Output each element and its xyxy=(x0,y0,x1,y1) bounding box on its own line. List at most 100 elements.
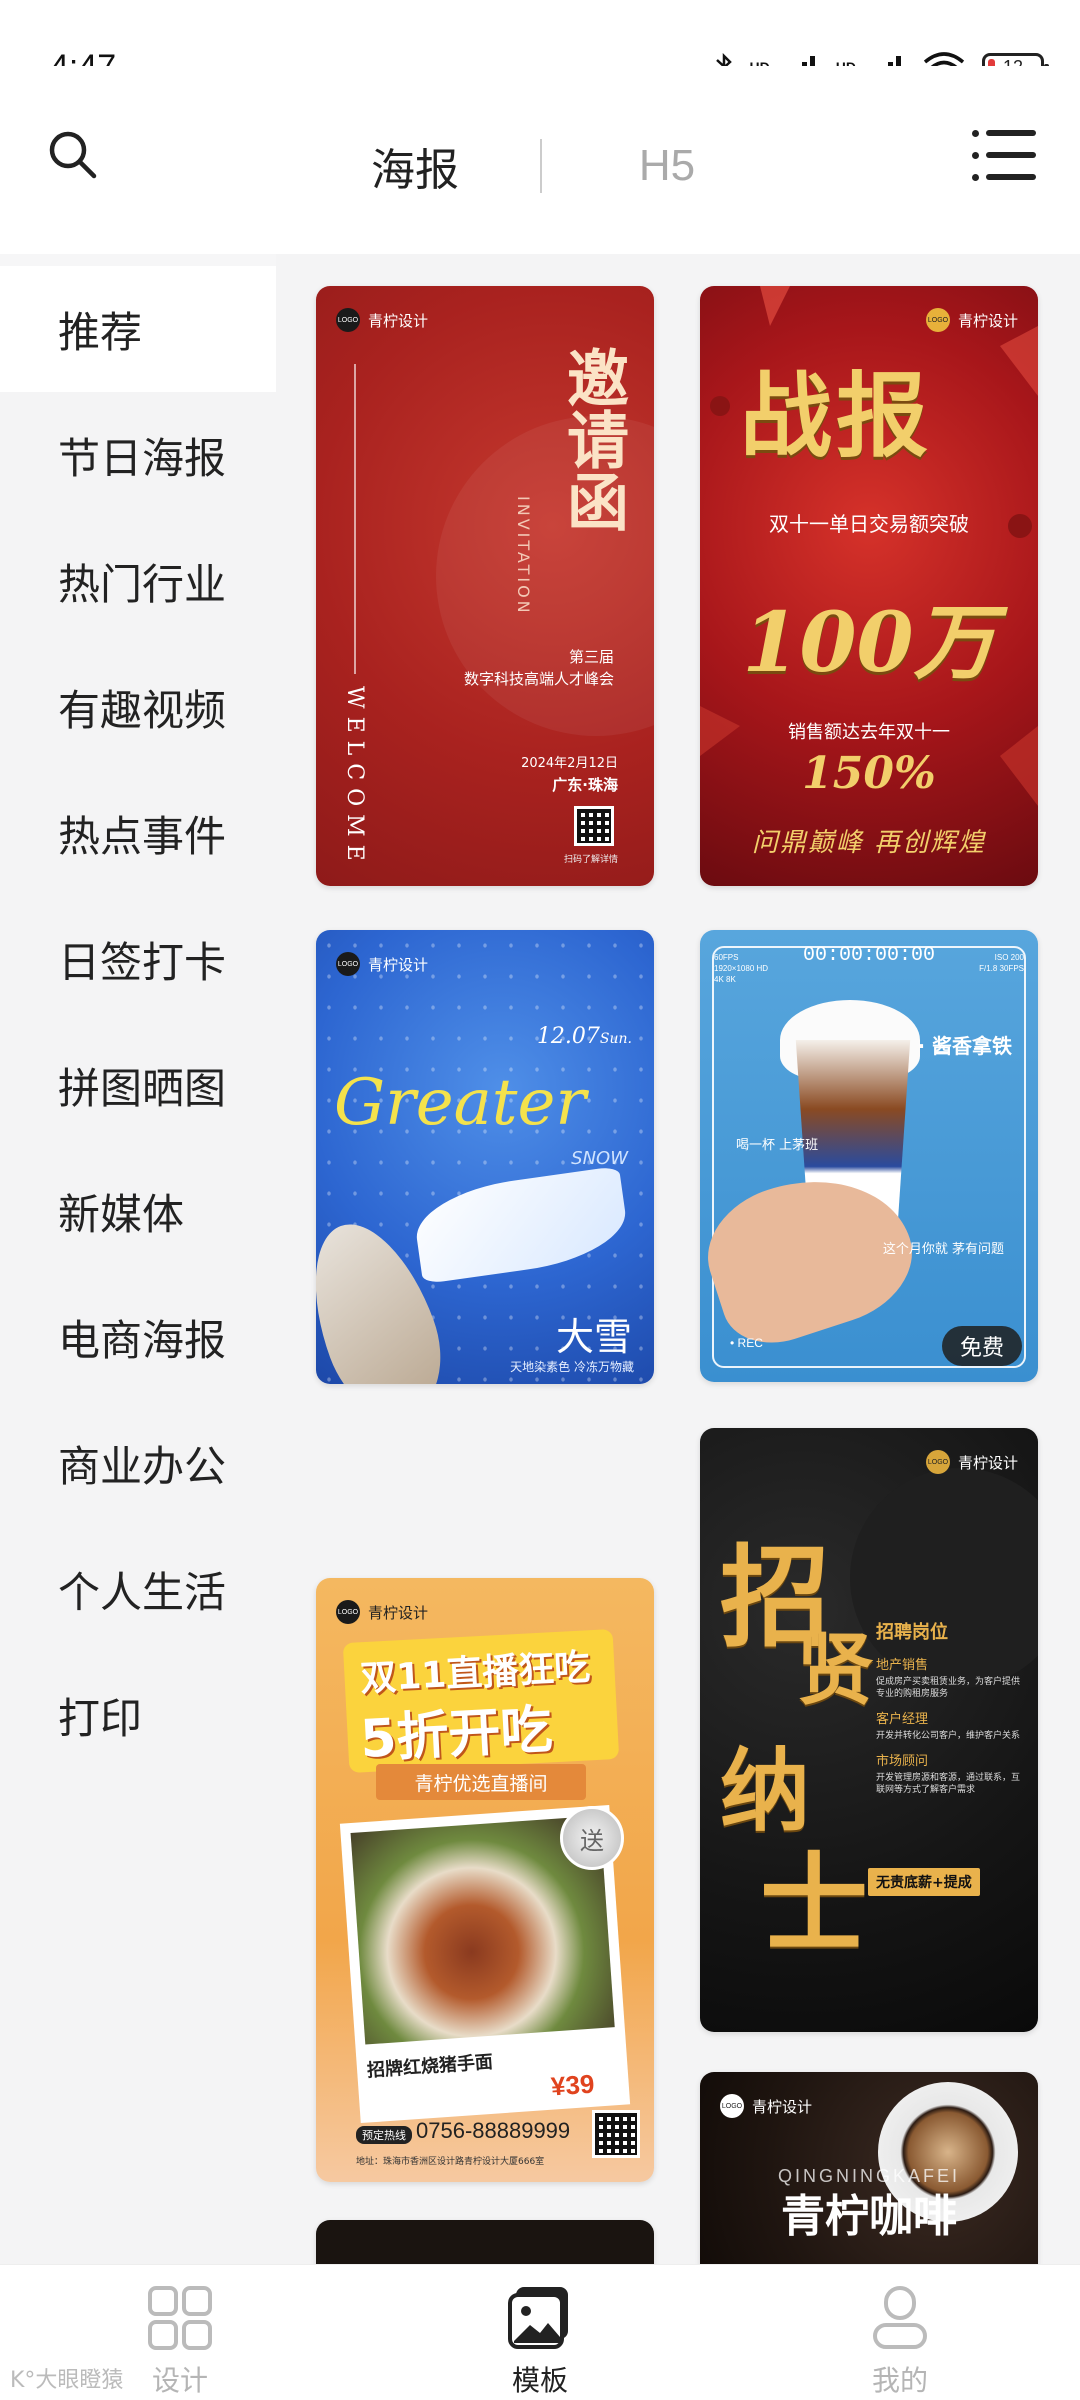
template-card-partial[interactable] xyxy=(316,2220,654,2264)
card-title-en: Greater xyxy=(334,1066,586,1140)
sidebar-item-business[interactable]: 商业办公 xyxy=(0,1400,276,1526)
sidebar-item-print[interactable]: 打印 xyxy=(0,1652,276,1778)
template-card-coffee[interactable]: 60FPS 1920×1080 HD 4K 8K ISO 200 F/1.8 30FP… xyxy=(700,930,1038,1382)
sidebar-item-collage[interactable]: 拼图晒图 xyxy=(0,1022,276,1148)
top-header: 海报 H5 xyxy=(0,66,1080,254)
status-bar: 4:47 HD HD 12 xyxy=(0,0,1080,86)
qr-code-icon xyxy=(592,2110,640,2158)
job-title: 客户经理 xyxy=(876,1712,929,1727)
hotline-label: 预定热线 xyxy=(356,2126,412,2144)
tab-h5[interactable]: H5 xyxy=(542,141,792,191)
brand-name: 青柠设计 xyxy=(752,2097,813,2116)
search-icon xyxy=(49,131,97,179)
sidebar-item-recommended[interactable]: 推荐 xyxy=(0,266,276,392)
card-tag: · 酱香拿铁 xyxy=(917,1034,1012,1058)
recruit-char-2: 贤 xyxy=(796,1625,875,1716)
card-slogan: 问鼎巅峰 再创辉煌 xyxy=(751,828,987,858)
logo-icon: LOGO xyxy=(336,952,360,976)
card-subtitle-en: INVITATION xyxy=(514,496,533,616)
tab-poster[interactable]: 海报 xyxy=(290,134,540,198)
grid-icon xyxy=(148,2286,212,2350)
sidebar-item-daily[interactable]: 日签打卡 xyxy=(0,896,276,1022)
nav-template[interactable]: 模板 xyxy=(360,2265,720,2400)
template-card-war-report[interactable]: LOGO 青柠设计 战报 双十一单日交易额突破 100万 销售额达去年双十一 15… xyxy=(700,286,1038,886)
job-list: 招聘岗位 地产销售 促成房产买卖租赁业务，为客户提供专业的购租房服务 客户经理 … xyxy=(876,1618,1026,1796)
template-card-recruit[interactable]: LOGO 青柠设计 招 贤 纳 士 招聘岗位 地产销售 促成房产买卖租赁业务，为客… xyxy=(700,1428,1038,2032)
gift-badge: 送 xyxy=(560,1806,624,1870)
card-event: 数字科技高端人才峰会 xyxy=(463,670,614,688)
logo-icon: LOGO xyxy=(336,1600,360,1624)
template-grid: LOGO 青柠设计 WELCOME 邀请函 INVITATION 第三届 数字科技… xyxy=(276,254,1080,2264)
card-brand: LOGO 青柠设计 xyxy=(925,308,1018,332)
card-title: 邀请函 xyxy=(556,346,629,532)
card-pill: 青柠优选直播间 xyxy=(376,1764,586,1800)
qr-code-icon xyxy=(574,806,614,846)
sidebar-item-events[interactable]: 热点事件 xyxy=(0,770,276,896)
search-button[interactable] xyxy=(44,126,104,186)
card-scan-text: 扫码了解详情 xyxy=(563,855,618,865)
recruit-char-4: 士 xyxy=(760,1842,869,1968)
template-card-cafe[interactable]: LOGO 青柠设计 QINGNINGKAFEI 青柠咖啡 xyxy=(700,2072,1038,2264)
card-headline2: 5折开吃 xyxy=(358,1700,554,1770)
job-desc: 开发管理房源和客源，通过联系，互联网等方式了解客户需求 xyxy=(876,1773,1021,1795)
template-card-food[interactable]: LOGO 青柠设计 双11直播狂吃 5折开吃 青柠优选直播间 招牌红烧猪手面 ¥3… xyxy=(316,1578,654,2182)
card-brand: LOGO 青柠设计 xyxy=(336,308,428,332)
image-template-icon xyxy=(508,2287,568,2349)
brand-name: 青柠设计 xyxy=(368,311,429,330)
card-subtitle-en: SNOW xyxy=(571,1148,628,1169)
brand-name: 青柠设计 xyxy=(368,1603,429,1622)
template-card-snow[interactable]: LOGO 青柠设计 12.07Sun. Greater SNOW 大雪 天地染素色… xyxy=(316,930,654,1384)
top-tabs: 海报 H5 xyxy=(290,126,810,206)
card-address: 地址：珠海市香洲区设计路青柠设计大厦666室 xyxy=(356,2157,545,2167)
card-amount: 100万 xyxy=(742,595,996,691)
sidebar-item-video[interactable]: 有趣视频 xyxy=(0,644,276,770)
sidebar-item-personal[interactable]: 个人生活 xyxy=(0,1526,276,1652)
nav-template-label: 模板 xyxy=(511,2364,568,2397)
card-welcome-text: WELCOME xyxy=(342,686,367,869)
sidebar-item-new-media[interactable]: 新媒体 xyxy=(0,1148,276,1274)
job-heading: 招聘岗位 xyxy=(876,1622,948,1643)
card-brand: LOGO 青柠设计 xyxy=(925,1450,1018,1474)
sidebar-item-ecommerce[interactable]: 电商海报 xyxy=(0,1274,276,1400)
app-root: 4:47 HD HD 12 海报 H5 推荐 xyxy=(0,0,1080,2400)
card-date: 12.07Sun. xyxy=(536,1024,632,1049)
card-line1: 双十一单日交易额突破 xyxy=(769,512,969,536)
job-desc: 开发并转化公司客户，维护客户关系 xyxy=(876,1731,1021,1741)
logo-icon: LOGO xyxy=(720,2094,744,2118)
card-divider xyxy=(354,364,356,674)
card-percent: 150% xyxy=(802,748,936,799)
sidebar-item-industry[interactable]: 热门行业 xyxy=(0,518,276,644)
logo-icon: LOGO xyxy=(925,308,950,332)
card-title: 战报 xyxy=(740,362,933,470)
watermark: K°大眼瞪猿 xyxy=(10,2368,124,2393)
menu-button[interactable] xyxy=(972,128,1036,184)
sidebar-item-holiday[interactable]: 节日海报 xyxy=(0,392,276,518)
pay-badge: 无责底薪+提成 xyxy=(868,1868,980,1896)
job-title: 市场顾问 xyxy=(876,1754,929,1769)
brand-name: 青柠设计 xyxy=(368,955,429,974)
card-brand: LOGO 青柠设计 xyxy=(336,1600,428,1624)
card-timer: 00:00:00:00 xyxy=(802,944,936,967)
logo-icon: LOGO xyxy=(925,1450,950,1474)
bottom-nav: 设计 模板 我的 xyxy=(0,2264,1080,2400)
template-card-invitation[interactable]: LOGO 青柠设计 WELCOME 邀请函 INVITATION 第三届 数字科技… xyxy=(316,286,654,886)
brand-name: 青柠设计 xyxy=(957,1453,1018,1472)
card-line2: 销售额达去年双十一 xyxy=(788,722,950,743)
card-rec: • REC xyxy=(730,1336,763,1350)
card-title: 青柠咖啡 xyxy=(781,2191,957,2242)
nav-mine-label: 我的 xyxy=(871,2364,928,2397)
job-desc: 促成房产买卖租赁业务，为客户提供专业的购租房服务 xyxy=(876,1677,1021,1699)
card-edition: 第三届 xyxy=(568,648,614,666)
person-icon xyxy=(873,2286,927,2349)
card-date: 2024年2月12日 xyxy=(521,756,618,771)
card-caption: 天地染素色 冷冻万物藏 xyxy=(510,1360,634,1374)
nav-mine[interactable]: 我的 xyxy=(720,2265,1080,2400)
food-price: ¥39 xyxy=(549,2068,595,2102)
card-note2: 这个月你就 茅有问题 xyxy=(882,1242,1004,1257)
free-badge: 免费 xyxy=(941,1326,1022,1366)
nav-design-label: 设计 xyxy=(151,2364,208,2397)
job-title: 地产销售 xyxy=(876,1658,929,1673)
card-note1: 喝一杯 上茅班 xyxy=(736,1138,819,1153)
logo-icon: LOGO xyxy=(336,308,360,332)
category-sidebar: 推荐 节日海报 热门行业 有趣视频 热点事件 日签打卡 拼图晒图 新媒体 电商海… xyxy=(0,266,276,2264)
